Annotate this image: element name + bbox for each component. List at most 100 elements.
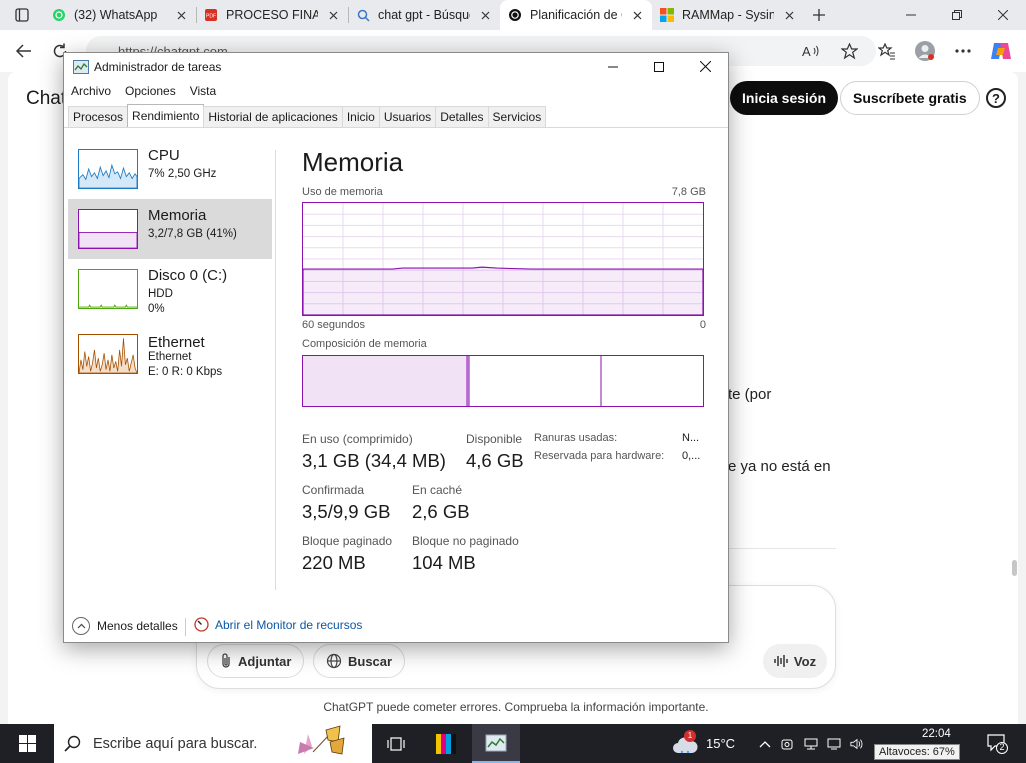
stat-in-use-label: En uso (comprimido) [302,432,413,446]
back-button[interactable] [6,33,42,69]
favorite-button[interactable] [832,34,866,68]
close-window-button[interactable] [980,0,1026,30]
close-icon [998,10,1008,20]
weather-widget[interactable]: 1 15°C [672,724,735,763]
disclaimer-text: ChatGPT puede cometer errores. Comprueba… [323,700,709,714]
taskbar-app-colorful[interactable] [422,724,470,763]
memory-usage-graph [302,202,704,316]
close-icon[interactable] [782,8,796,22]
stat-committed-label: Confirmada [302,483,365,497]
favorites-button[interactable] [870,34,904,68]
menu-bar: Archivo Opciones Vista [64,82,223,102]
close-icon[interactable] [630,8,644,22]
taskbar-search-box[interactable]: Escribe aquí para buscar. [54,724,372,763]
resource-ethernet[interactable]: Ethernet Ethernet E: 0 R: 0 Kbps [68,326,272,386]
close-icon[interactable] [326,8,340,22]
clock-time[interactable]: 22:04 [922,728,951,740]
menu-vista[interactable]: Vista [183,82,223,102]
openai-icon [508,8,522,22]
minimize-button[interactable] [888,0,934,30]
performance-panel: CPU 7% 2,50 GHz Memoria 3,2/7,8 GB (41%)… [64,127,728,642]
task-view-icon [387,736,405,751]
chevron-up-icon[interactable] [758,737,772,751]
svg-text:PDF: PDF [206,14,216,20]
resource-name: Ethernet [148,334,205,351]
restore-button[interactable] [934,0,980,30]
login-button[interactable]: Inicia sesión [730,81,839,115]
search-icon [64,735,81,752]
globe-icon [326,653,342,669]
monitor-icon[interactable] [827,737,841,751]
minimize-icon [906,14,916,16]
tab-detalles[interactable]: Detalles [435,106,489,127]
tab-rendimiento[interactable]: Rendimiento [127,104,205,127]
tab-title: RAMMap - Sysint [682,8,774,22]
weather-cloud-icon: 1 [672,729,698,755]
resource-monitor-link[interactable]: Abrir el Monitor de recursos [194,617,362,632]
taskbar-app-task-manager[interactable] [472,724,520,763]
stat-cached-value: 2,6 GB [412,501,470,522]
profile-button[interactable] [908,34,942,68]
resource-disk[interactable]: Disco 0 (C:) HDD 0% [68,259,272,319]
search-web-button[interactable]: Buscar [313,644,406,678]
resource-cpu[interactable]: CPU 7% 2,50 GHz [68,139,272,199]
graph-time-left: 60 segundos [302,319,365,331]
stat-paged-value: 220 MB [302,552,366,573]
tab-actions-button[interactable] [0,0,44,30]
new-tab-button[interactable] [804,0,834,30]
browser-tab-search[interactable]: chat gpt - Búsque [348,0,500,30]
attach-button[interactable]: Adjuntar [207,644,305,678]
stat-available-label: Disponible [466,432,523,446]
voice-button[interactable]: Voz [763,644,827,678]
stat-cached-label: En caché [412,483,463,497]
search-web-label: Buscar [348,653,393,669]
close-icon[interactable] [478,8,492,22]
tab-inicio[interactable]: Inicio [341,106,380,127]
minimize-icon [608,66,618,67]
plus-icon [813,9,825,21]
notifications-button[interactable]: 2 [986,732,1008,754]
browser-tab-whatsapp[interactable]: (32) WhatsApp [44,0,196,30]
browser-tab-chatgpt[interactable]: Planificación de C [500,0,652,30]
page-scrollbar-thumb[interactable] [1012,560,1017,576]
browser-window-controls [888,0,1026,30]
tab-historial[interactable]: Historial de aplicaciones [203,106,343,127]
signup-button[interactable]: Suscríbete gratis [840,81,980,115]
read-aloud-button[interactable]: A [794,34,828,68]
resource-detail: 0% [148,303,165,315]
tab-procesos[interactable]: Procesos [68,106,129,127]
resource-memory[interactable]: Memoria 3,2/7,8 GB (41%) [68,199,272,259]
window-title: Administrador de tareas [94,59,222,74]
browser-toolbar: A [794,34,1018,68]
tab-servicios[interactable]: Servicios [487,106,547,127]
copilot-button[interactable] [984,34,1018,68]
browser-tab-pdf[interactable]: PDF PROCESO FINAL [196,0,348,30]
close-icon[interactable] [174,8,188,22]
resource-subtitle: 3,2/7,8 GB (41%) [148,228,237,240]
chatgpt-brand[interactable]: Chat [26,88,66,110]
task-manager-tabs: Procesos Rendimiento Historial de aplica… [68,104,547,127]
menu-archivo[interactable]: Archivo [64,82,118,102]
app-icon [436,733,456,754]
meet-now-icon[interactable] [781,737,795,751]
fewer-details-button[interactable]: Menos detalles [72,617,178,635]
cpu-thumbnail-graph [78,149,138,189]
minimize-button[interactable] [590,53,636,80]
browser-tab-rammap[interactable]: RAMMap - Sysint [652,0,804,30]
help-icon[interactable]: ? [986,88,1006,108]
task-manager-titlebar[interactable]: Administrador de tareas [64,53,728,80]
tab-usuarios[interactable]: Usuarios [378,106,437,127]
close-window-button[interactable] [682,53,728,80]
usage-graph-label: Uso de memoria [302,186,383,198]
task-view-button[interactable] [372,724,420,763]
maximize-button[interactable] [636,53,682,80]
copilot-icon [991,43,1011,59]
more-menu-button[interactable] [946,34,980,68]
volume-icon[interactable] [850,737,864,751]
start-button[interactable] [0,724,54,763]
menu-opciones[interactable]: Opciones [118,82,183,102]
system-tray [758,724,864,763]
network-icon[interactable] [804,737,818,751]
tab-title: (32) WhatsApp [74,8,158,22]
microsoft-icon [660,8,674,22]
